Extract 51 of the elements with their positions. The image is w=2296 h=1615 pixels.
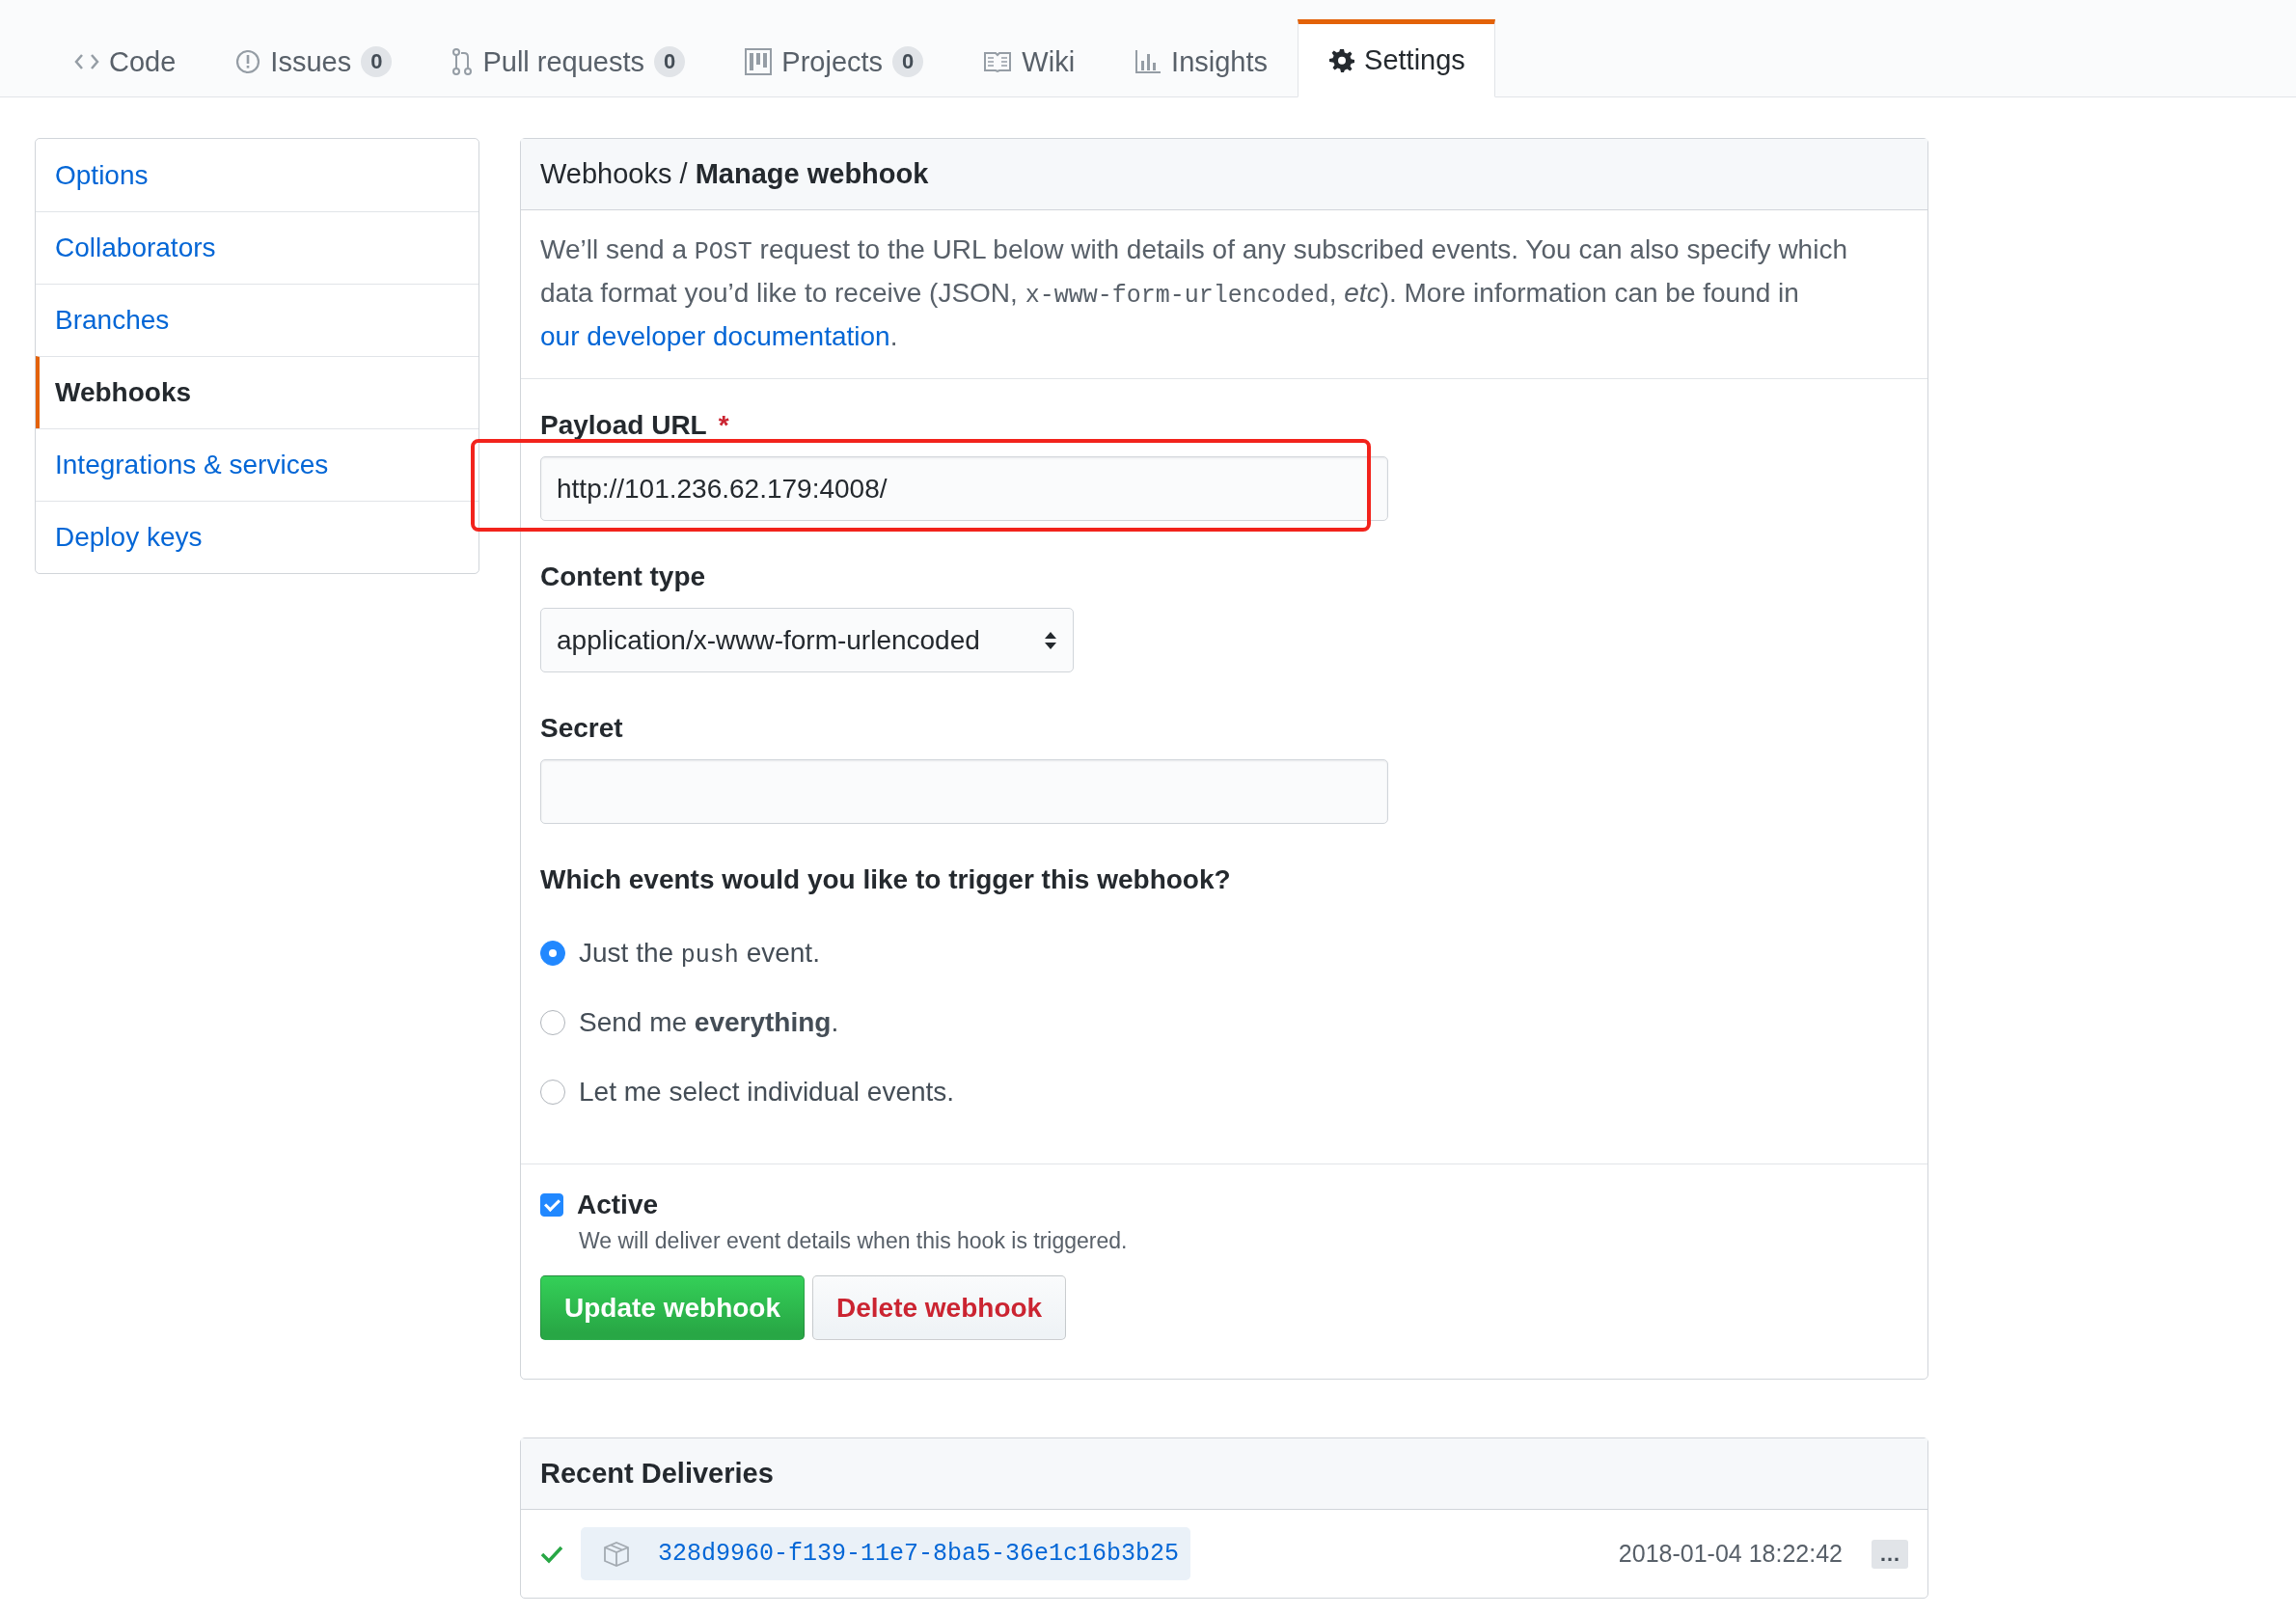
repo-tab[interactable]: Wiki (953, 22, 1106, 97)
radio-label: Send me everything. (579, 1007, 839, 1038)
documentation-link[interactable]: our developer documentation (540, 321, 890, 351)
delivery-time: 2018-01-04 18:22:42 (1618, 1540, 1843, 1568)
repo-tab[interactable]: Code (44, 22, 206, 97)
repo-tab[interactable]: Pull requests 0 (422, 22, 716, 97)
sidebar-item[interactable]: Deploy keys (36, 501, 478, 573)
checkmark-icon (540, 1544, 563, 1564)
repo-tab[interactable]: Insights (1105, 22, 1298, 97)
field-label: Content type (540, 561, 706, 592)
panel-heading: Recent Deliveries (521, 1438, 1927, 1510)
field-label: Payload URL (540, 410, 707, 441)
events-question: Which events would you like to trigger this webhook? (540, 864, 1232, 895)
radio-button[interactable] (540, 1080, 565, 1105)
package-icon (602, 1540, 631, 1568)
payload-url-field[interactable]: http://101.236.62.179:4008/ (540, 456, 1388, 521)
checkbox[interactable] (540, 1193, 563, 1217)
sidebar-item[interactable]: Branches (36, 284, 478, 356)
repo-tab[interactable]: Projects 0 (715, 22, 954, 97)
field-label: Secret (540, 713, 623, 744)
count-badge: 0 (892, 46, 924, 77)
repo-tab[interactable]: Settings (1298, 19, 1495, 97)
radio-label: Just the push event. (579, 937, 820, 970)
radio-label: Let me select individual events. (579, 1077, 955, 1108)
more-button[interactable]: … (1872, 1539, 1908, 1569)
pull-request-icon (451, 47, 474, 76)
bar-chart-icon (1134, 49, 1162, 74)
delete-button[interactable]: Delete webhook (812, 1275, 1067, 1340)
book-icon (983, 50, 1013, 73)
info-circle-icon (235, 49, 261, 74)
count-badge: 0 (654, 46, 686, 77)
delivery-pill[interactable]: 328d9960-f139-11e7-8ba5-36e1c16b3b25 (581, 1527, 1191, 1580)
sidebar-item[interactable]: Integrations & services (36, 428, 478, 501)
code-icon (74, 52, 99, 71)
secret-field[interactable] (540, 759, 1388, 824)
radio-button[interactable] (540, 1010, 565, 1035)
radio-button[interactable] (540, 941, 565, 966)
panel-heading: Webhooks / Manage webhook (521, 139, 1927, 210)
repo-tab[interactable]: Issues 0 (205, 22, 423, 97)
sidebar-item[interactable]: Collaborators (36, 211, 478, 284)
content-type-select[interactable]: application/x-www-form-urlencoded (540, 608, 1074, 672)
sidebar-item[interactable]: Webhooks (36, 356, 478, 428)
count-badge: 0 (361, 46, 393, 77)
required-mark: * (718, 410, 729, 441)
gear-icon (1327, 46, 1355, 74)
delivery-id-link[interactable]: 328d9960-f139-11e7-8ba5-36e1c16b3b25 (658, 1540, 1180, 1568)
help-text: We will deliver event details when this hook is triggered. (579, 1228, 1129, 1254)
project-board-icon (745, 48, 773, 75)
checkbox-label: Active (577, 1190, 659, 1220)
sidebar-item[interactable]: Options (36, 139, 478, 211)
description-text: We’ll send a POST request to the URL below with details of any subscribed events. You can also specify which data format you’d like to receive (JSON, x-www-form-urlencoded, etc). More information can be found in our developer documentation. (521, 210, 1927, 379)
